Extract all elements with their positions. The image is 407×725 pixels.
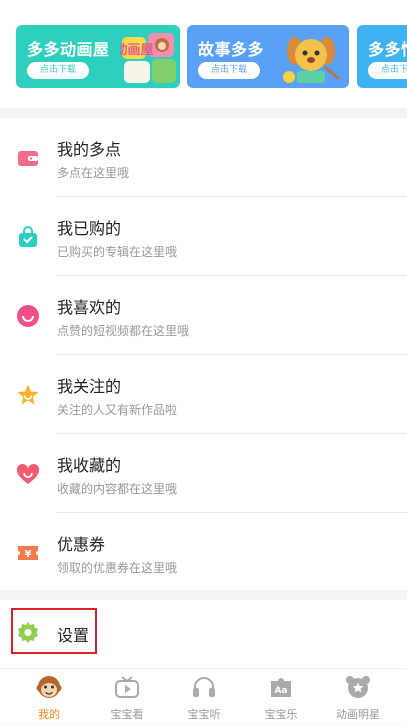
menu-item-title: 优惠券	[57, 535, 106, 554]
headphones-icon	[193, 677, 215, 697]
banner-title: 多多动画屋	[27, 40, 110, 59]
gear-icon	[18, 622, 38, 643]
banner-title: 多多忙	[368, 40, 407, 59]
bottom-tab-bar: 我的 宝宝看 宝宝听 Aa 宝宝乐 动画明星	[0, 668, 407, 724]
star-icon	[17, 384, 39, 405]
donghuawu-art-icon: 动画屋	[120, 33, 176, 83]
banner-duoduo-donghuawu[interactable]: 多多动画屋 点击下载 动画屋	[16, 25, 180, 88]
menu-item-subtitle: 已购买的专辑在这里哦	[57, 245, 178, 259]
menu-item-title: 我喜欢的	[57, 298, 122, 317]
tab-baobao-ting[interactable]: 宝宝听	[164, 669, 244, 725]
menu-item-title: 我已购的	[57, 219, 122, 238]
menu-item-liked[interactable]: 我喜欢的 点赞的短视频都在这里哦	[0, 276, 407, 355]
tab-label: 动画明星	[336, 708, 380, 721]
menu-item-coupons[interactable]: ¥ 优惠券 领取的优惠券在这里哦	[0, 513, 407, 592]
coupon-icon: ¥	[18, 546, 38, 560]
menu-item-title: 我关注的	[57, 377, 122, 396]
banner-duoduo-third[interactable]: 多多忙 点击下载	[357, 25, 407, 88]
menu-item-title: 我的多点	[57, 140, 122, 159]
menu-item-subtitle: 收藏的内容都在这里哦	[57, 482, 178, 496]
dog-mascot-icon	[283, 37, 340, 83]
menu-item-title: 我收藏的	[57, 456, 122, 475]
tab-label: 我的	[38, 708, 60, 721]
settings-row[interactable]: 设置	[0, 600, 407, 668]
download-button[interactable]: 点击下载	[368, 62, 407, 79]
tab-baobao-le[interactable]: Aa 宝宝乐	[241, 669, 321, 725]
banner-carousel[interactable]: 多多动画屋 点击下载 动画屋 故事多多 点击下载 多多忙 点击下载	[0, 0, 407, 108]
tab-label: 宝宝听	[187, 708, 221, 721]
menu-item-purchased[interactable]: 我已购的 已购买的专辑在这里哦	[0, 197, 407, 276]
tab-mine[interactable]: 我的	[9, 669, 89, 725]
monkey-icon	[36, 676, 62, 698]
menu-item-subtitle: 领取的优惠券在这里哦	[57, 561, 178, 575]
menu-item-following[interactable]: 我关注的 关注的人又有新作品啦	[0, 355, 407, 434]
menu-item-favorites[interactable]: 我收藏的 收藏的内容都在这里哦	[0, 434, 407, 513]
settings-label: 设置	[57, 626, 90, 645]
tv-icon	[115, 676, 139, 698]
profile-menu: 我的多点 多点在这里哦 我已购的 已购买的专辑在这里哦 我喜欢的 点赞的短视频都…	[0, 118, 407, 590]
banner-title: 故事多多	[198, 40, 265, 59]
menu-item-my-points[interactable]: 我的多点 多点在这里哦	[0, 118, 407, 197]
download-button[interactable]: 点击下载	[27, 62, 89, 79]
download-button[interactable]: 点击下载	[198, 62, 260, 79]
wallet-icon	[18, 151, 38, 166]
heart-icon	[16, 463, 40, 484]
menu-item-subtitle: 关注的人又有新作品啦	[57, 403, 178, 417]
menu-item-subtitle: 点赞的短视频都在这里哦	[57, 324, 190, 338]
tab-baobao-kan[interactable]: 宝宝看	[87, 669, 167, 725]
puzzle-icon: Aa	[271, 678, 291, 697]
shopping-bag-icon	[19, 226, 37, 247]
banner-gushi-duoduo[interactable]: 故事多多 点击下载	[187, 25, 349, 88]
art-char-1: 动画屋	[120, 43, 154, 58]
tab-label: 宝宝看	[110, 708, 144, 721]
smile-icon	[17, 305, 39, 327]
puzzle-icon-text: Aa	[274, 686, 287, 696]
tab-donghua-mingxing[interactable]: 动画明星	[318, 669, 398, 725]
menu-item-subtitle: 多点在这里哦	[57, 166, 130, 180]
tab-label: 宝宝乐	[264, 708, 298, 721]
svg-text:¥: ¥	[25, 549, 32, 560]
bear-star-icon	[346, 676, 370, 698]
